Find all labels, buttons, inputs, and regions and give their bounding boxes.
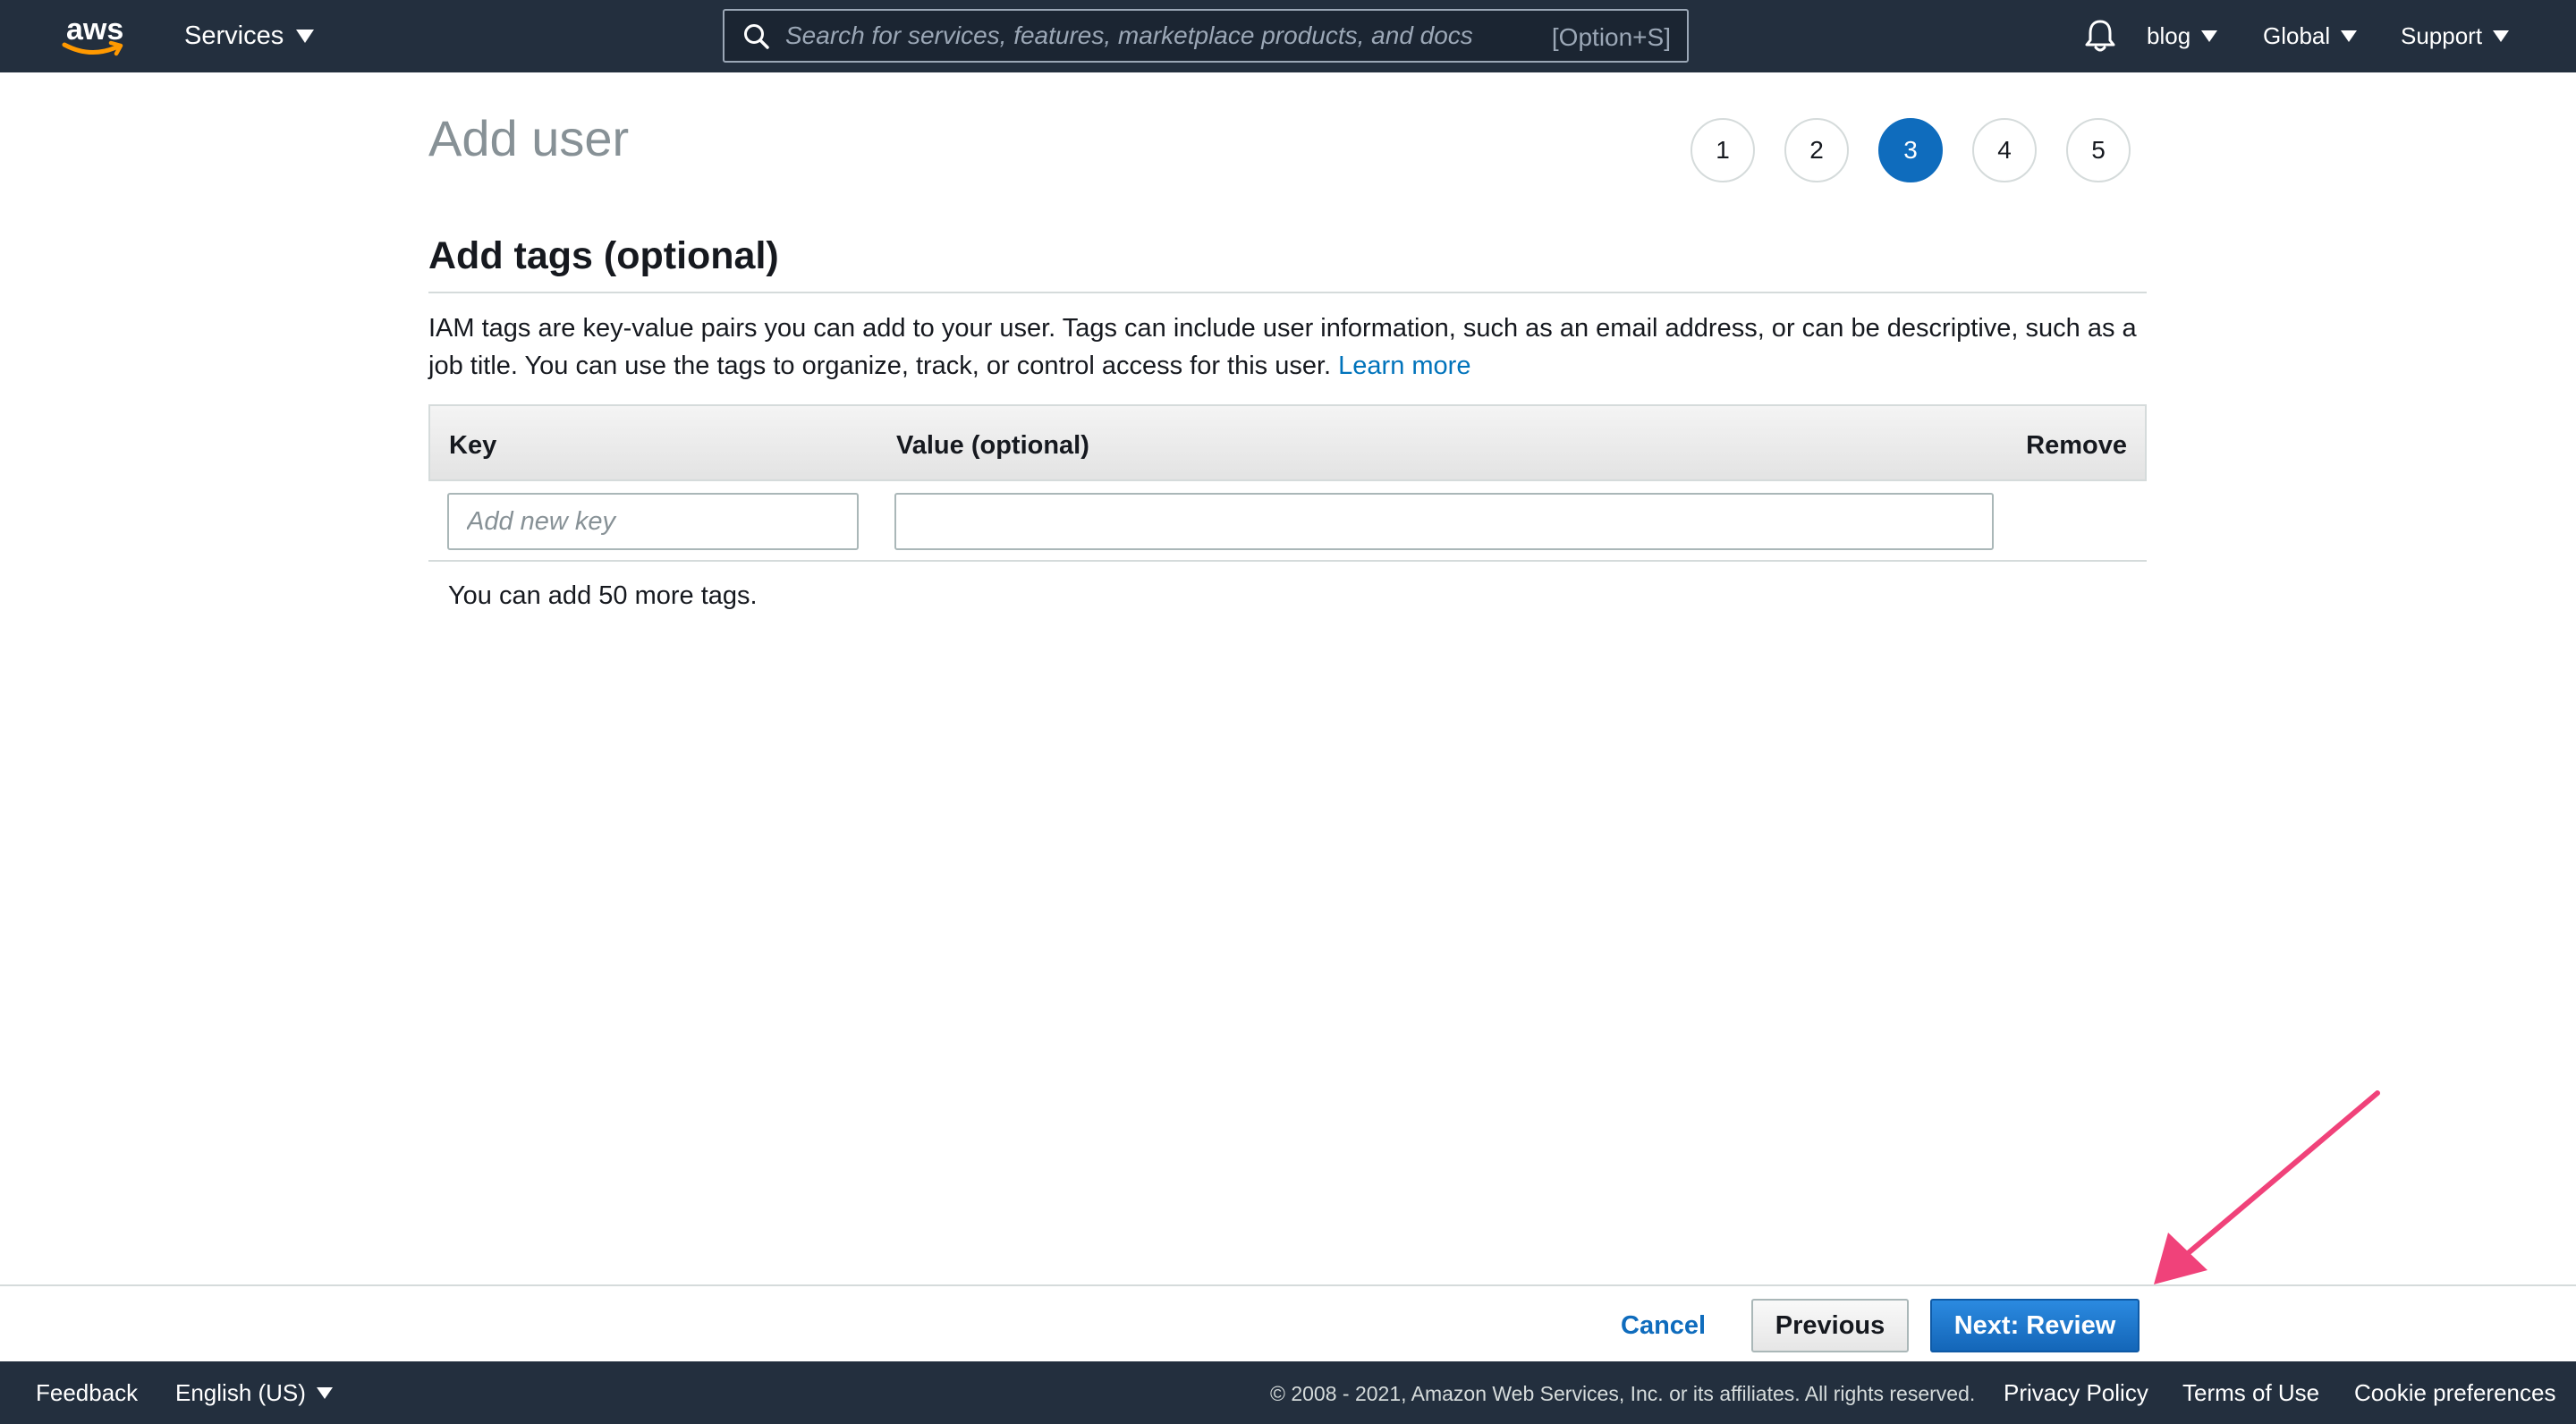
support-label: Support <box>2401 21 2483 49</box>
column-header-value: Value (optional) <box>896 431 1089 460</box>
top-navigation: aws Services [Option+S] blog Global Supp… <box>0 0 2576 72</box>
region-menu[interactable]: Global <box>2263 20 2358 52</box>
page-title: Add user <box>428 110 630 166</box>
section-description: IAM tags are key-value pairs you can add… <box>428 309 2147 385</box>
caret-down-icon <box>2493 30 2510 42</box>
section-divider <box>428 292 2147 293</box>
terms-of-use-link[interactable]: Terms of Use <box>2182 1379 2319 1407</box>
support-menu[interactable]: Support <box>2401 20 2510 52</box>
cookie-preferences-link[interactable]: Cookie preferences <box>2354 1379 2555 1407</box>
step-2[interactable]: 2 <box>1784 118 1849 182</box>
account-label: blog <box>2147 21 2191 49</box>
region-label: Global <box>2263 21 2331 49</box>
table-header: Key Value (optional) Remove <box>428 404 2147 481</box>
tag-key-input[interactable] <box>447 493 859 550</box>
wizard-steps: 1 2 3 4 5 <box>1690 118 2160 182</box>
console-footer: Feedback English (US) © 2008 - 2021, Ama… <box>0 1361 2576 1424</box>
privacy-policy-link[interactable]: Privacy Policy <box>2004 1379 2148 1407</box>
services-menu[interactable]: Services <box>184 20 315 52</box>
description-text: IAM tags are key-value pairs you can add… <box>428 314 2137 380</box>
language-label: English (US) <box>175 1379 306 1406</box>
aws-logo[interactable]: aws <box>61 13 127 57</box>
aws-smile-icon <box>62 40 123 56</box>
search-icon <box>744 24 769 49</box>
table-row <box>428 481 2147 562</box>
annotation-arrow-icon <box>2154 1090 2380 1284</box>
tags-remaining-text: You can add 50 more tags. <box>448 581 758 610</box>
cancel-button[interactable]: Cancel <box>1610 1301 1716 1351</box>
caret-down-icon <box>296 29 315 43</box>
language-selector[interactable]: English (US) <box>175 1379 333 1407</box>
step-1[interactable]: 1 <box>1690 118 1755 182</box>
tags-table: Key Value (optional) Remove <box>428 404 2147 562</box>
step-4: 4 <box>1972 118 2037 182</box>
services-label: Services <box>184 21 284 50</box>
bell-icon <box>2085 20 2115 52</box>
learn-more-link[interactable]: Learn more <box>1338 352 1470 380</box>
caret-down-icon <box>316 1387 333 1399</box>
search-shortcut-hint: [Option+S] <box>1551 23 1671 51</box>
caret-down-icon <box>2341 30 2358 42</box>
step-3-current: 3 <box>1878 118 1943 182</box>
tag-value-input[interactable] <box>894 493 1994 550</box>
notifications-button[interactable] <box>2084 18 2116 58</box>
section-title: Add tags (optional) <box>428 234 779 277</box>
copyright-text: © 2008 - 2021, Amazon Web Services, Inc.… <box>1270 1382 1976 1405</box>
search-input[interactable] <box>785 16 1501 55</box>
account-menu[interactable]: blog <box>2147 20 2218 52</box>
step-5: 5 <box>2066 118 2131 182</box>
feedback-link[interactable]: Feedback <box>36 1379 138 1407</box>
column-header-remove: Remove <box>2026 431 2127 460</box>
column-header-key: Key <box>449 431 497 460</box>
previous-button[interactable]: Previous <box>1751 1299 1909 1352</box>
next-review-button[interactable]: Next: Review <box>1930 1299 2140 1352</box>
caret-down-icon <box>2201 30 2218 42</box>
global-search[interactable]: [Option+S] <box>723 9 1689 63</box>
